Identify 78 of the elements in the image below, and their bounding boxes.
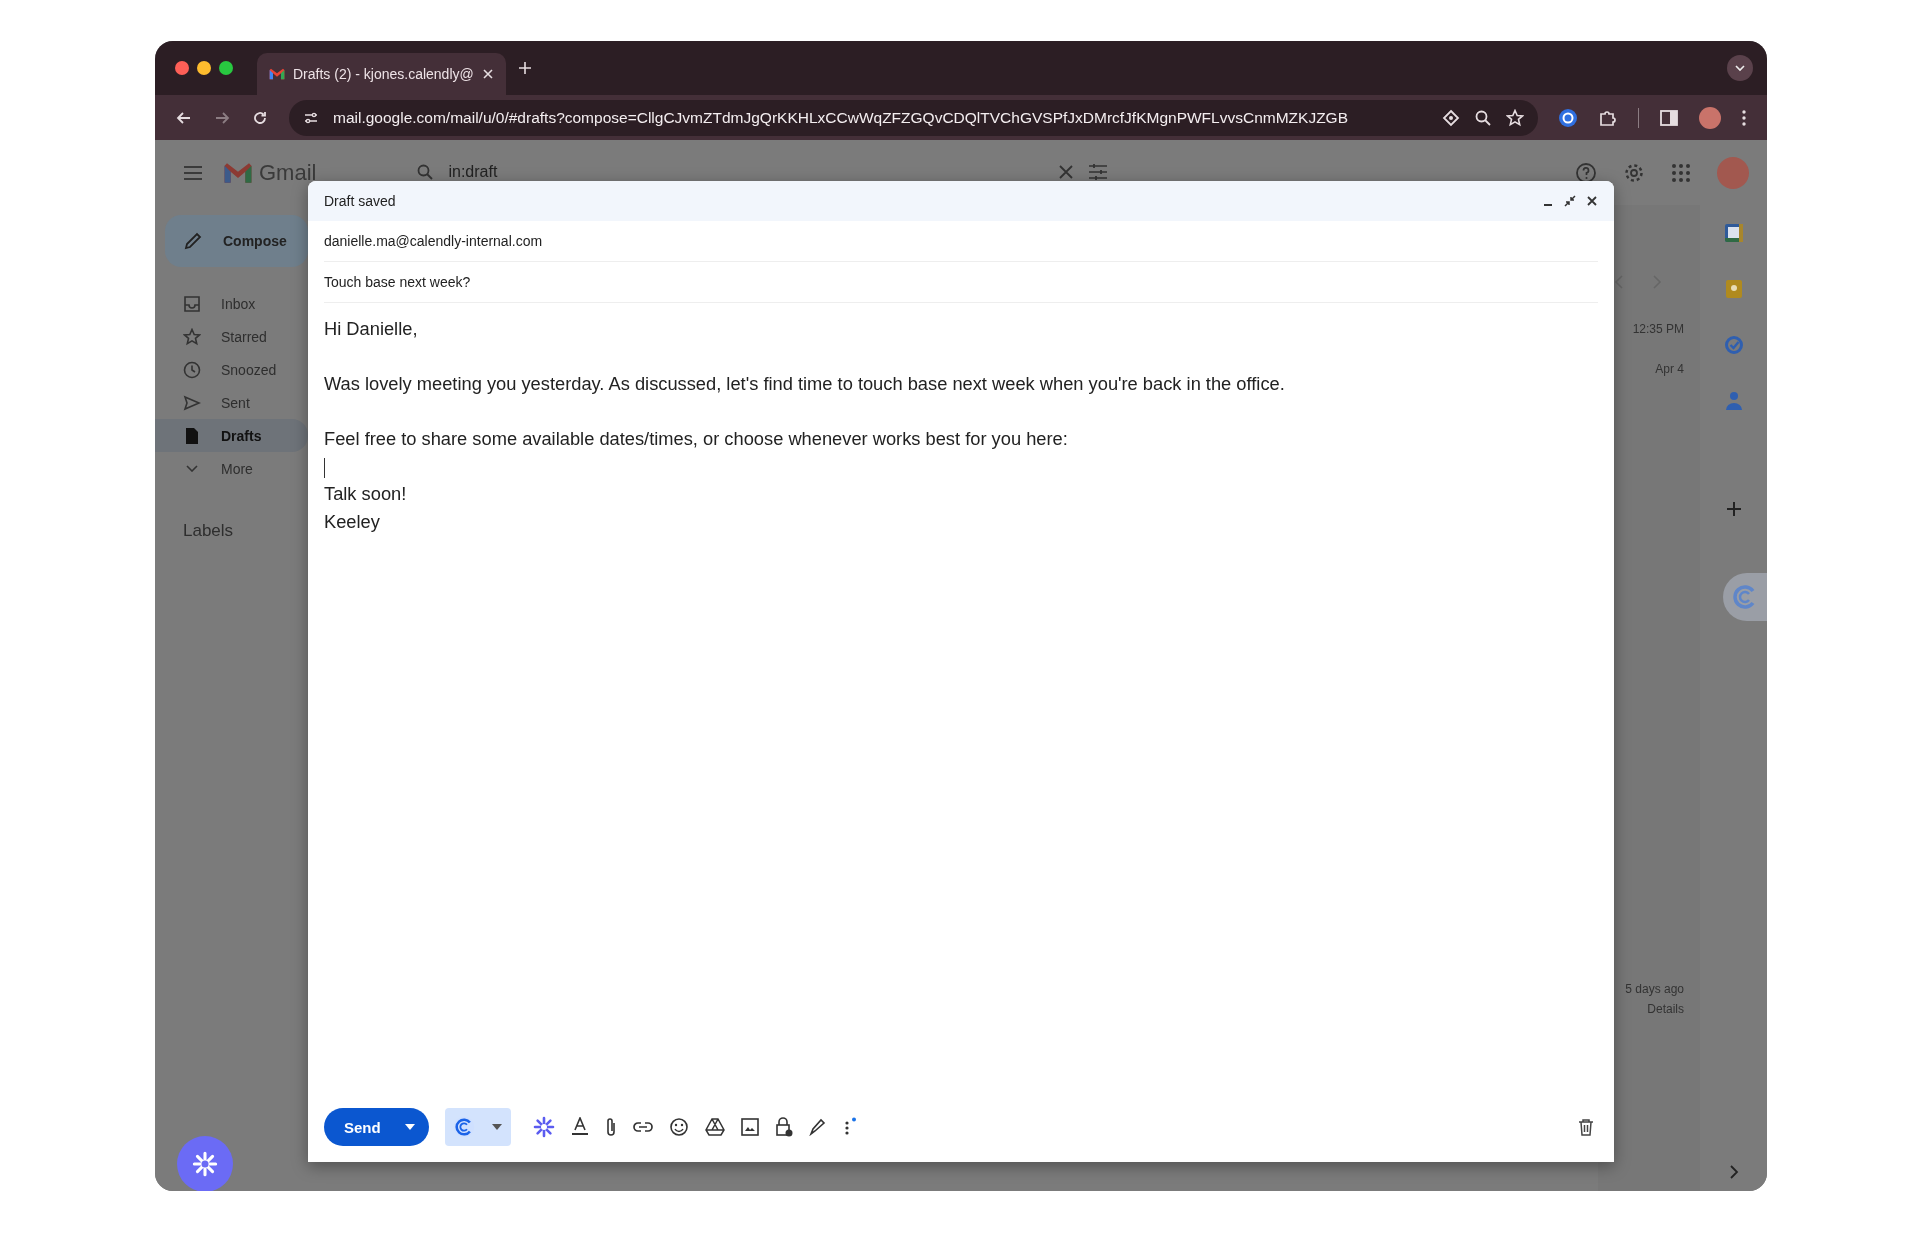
- pencil-icon: [183, 231, 203, 251]
- text-format-icon[interactable]: [570, 1117, 589, 1137]
- trash-icon[interactable]: [1578, 1118, 1594, 1136]
- plus-icon[interactable]: [1725, 501, 1742, 517]
- chevron-right-icon[interactable]: [1728, 1165, 1739, 1179]
- close-window-icon[interactable]: [175, 61, 189, 75]
- message-line: Hi Danielle,: [324, 317, 419, 341]
- labels-heading: Labels: [183, 521, 235, 541]
- message-line: Keeley: [324, 509, 381, 534]
- message-line: Was lovely meeting you yesterday. As discussed, let's find time to touch base next week when you're back in the office.: [324, 372, 1286, 396]
- paperclip-icon[interactable]: [604, 1117, 617, 1137]
- menu-icon[interactable]: [183, 164, 203, 181]
- diamond-icon[interactable]: [1442, 108, 1460, 127]
- caret-icon[interactable]: [404, 1124, 415, 1130]
- drive-icon[interactable]: [704, 1118, 725, 1136]
- details-link[interactable]: Details: [1647, 999, 1684, 1019]
- settings-icon[interactable]: [1623, 161, 1645, 184]
- sparkle-icon[interactable]: [532, 1116, 555, 1138]
- compose-button[interactable]: Compose: [165, 215, 308, 267]
- sparkle-assistant-button[interactable]: [177, 1136, 233, 1191]
- message-line: Talk soon!: [324, 482, 408, 506]
- star-icon: [183, 327, 201, 346]
- exit-full-screen-icon[interactable]: [1564, 195, 1576, 207]
- inbox-icon: [183, 294, 201, 313]
- tab-title: Drafts (2) - kjones.calendly@: [293, 66, 474, 82]
- filter-options-icon[interactable]: [1088, 162, 1109, 181]
- mail-date: Apr 4: [1655, 362, 1684, 376]
- browser-tab[interactable]: Drafts (2) - kjones.calendly@: [257, 53, 506, 95]
- lock-clock-icon[interactable]: [774, 1117, 793, 1137]
- address-bar[interactable]: mail.google.com/mail/u/0/#drafts?compose=CllgCJvmZTdmJgQrKKHLxCCwWqZFZGQvCDQlTVChGVSPfJxDMrcfJfKMgnPWFLvvsCnmMZKJZGB: [289, 99, 1538, 136]
- close-tab-icon[interactable]: [481, 68, 494, 80]
- clock-icon: [183, 360, 201, 379]
- apps-grid-icon[interactable]: [1671, 162, 1691, 183]
- subject-field[interactable]: Touch base next week?: [324, 274, 471, 290]
- sidebar-item[interactable]: Snoozed: [155, 353, 308, 386]
- url-text: mail.google.com/mail/u/0/#drafts?compose=CllgCJvmZTdmJgQrKKHLxCCwWqZFZGQvCDQlTVChGVSPfJxDMrcfJfKMgnPWFLvvsCnmMZKJZGB: [333, 108, 1349, 127]
- zoom-icon[interactable]: [1474, 108, 1492, 127]
- sidebar-item[interactable]: Sent: [155, 386, 308, 419]
- close-icon[interactable]: [1586, 195, 1598, 207]
- chevron-down-icon: [186, 465, 198, 472]
- side-panel-icon[interactable]: [1659, 107, 1679, 128]
- recipient-field[interactable]: danielle.ma@calendly-internal.com: [324, 233, 543, 249]
- pen-icon[interactable]: [808, 1118, 827, 1136]
- more-icon[interactable]: [1741, 108, 1747, 127]
- link-icon[interactable]: [632, 1121, 653, 1133]
- last-activity-text: 5 days ago: [1625, 981, 1684, 998]
- mail-logo-icon: [223, 161, 253, 184]
- send-button[interactable]: Send: [324, 1108, 429, 1146]
- search-icon[interactable]: [416, 162, 435, 181]
- calendar-icon[interactable]: [1723, 223, 1744, 243]
- scheduling-button[interactable]: [444, 1108, 511, 1146]
- emoji-icon[interactable]: [668, 1117, 689, 1137]
- text-cursor: [324, 457, 325, 478]
- app-name: Gmail: [259, 159, 317, 186]
- search-field[interactable]: in:draft: [402, 158, 1123, 185]
- minimize-window-icon[interactable]: [197, 61, 211, 75]
- extension-icon[interactable]: [1558, 107, 1578, 128]
- help-icon[interactable]: [1575, 161, 1597, 184]
- sidebar-item[interactable]: Drafts: [155, 419, 308, 452]
- sparkle-icon: [192, 1151, 218, 1177]
- mail-logo-icon: [269, 68, 285, 80]
- new-tab-icon[interactable]: [517, 61, 532, 75]
- profile-avatar[interactable]: [1699, 106, 1721, 129]
- sidebar-item[interactable]: More: [155, 452, 308, 485]
- tab-search-icon[interactable]: [1727, 55, 1753, 81]
- send-icon: [183, 393, 201, 412]
- file-icon: [183, 426, 201, 445]
- clear-search-icon[interactable]: [1058, 163, 1075, 180]
- draft-status: Draft saved: [324, 193, 396, 209]
- sidebar-item[interactable]: Inbox: [155, 287, 308, 320]
- caret-icon[interactable]: [492, 1124, 503, 1130]
- image-icon[interactable]: [740, 1118, 759, 1136]
- note-icon[interactable]: [1723, 279, 1744, 299]
- sidebar-item[interactable]: Starred: [155, 320, 308, 353]
- message-line: Feel free to share some available dates/times, or choose whenever works best for you here:: [324, 427, 1069, 451]
- zoom-window-icon[interactable]: [219, 61, 233, 75]
- mail-date: 12:35 PM: [1632, 322, 1684, 336]
- bookmark-star-icon[interactable]: [1506, 108, 1524, 127]
